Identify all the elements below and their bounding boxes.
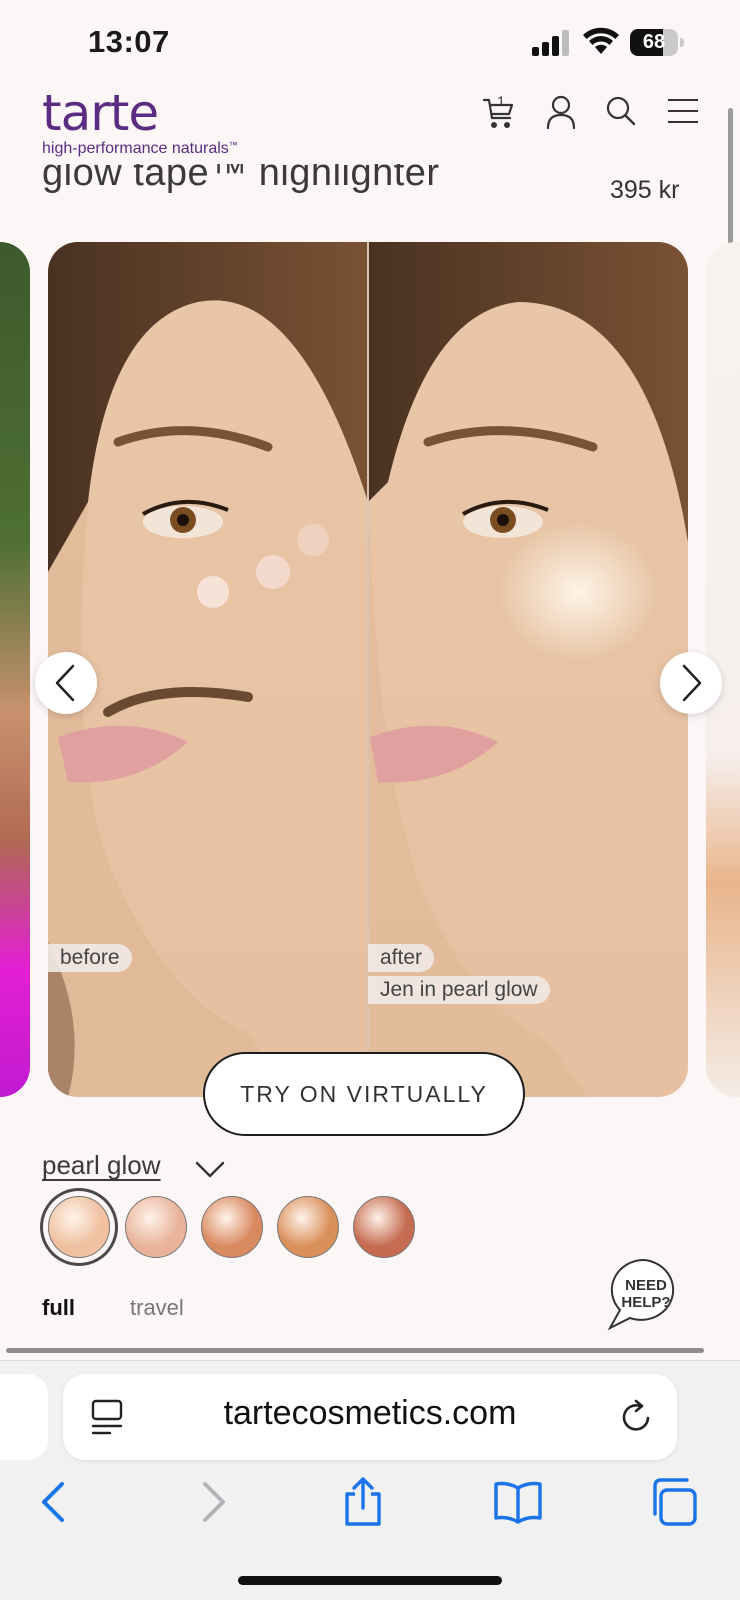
shade-name-link[interactable]: pearl glow: [42, 1150, 161, 1181]
shade-swatch-3[interactable]: [201, 1196, 263, 1258]
model-caption: Jen in pearl glow: [368, 976, 550, 1004]
menu-icon[interactable]: [666, 92, 700, 132]
bookmarks-icon[interactable]: [492, 1476, 544, 1528]
chevron-right-icon: [682, 664, 702, 702]
url-text[interactable]: tartecosmetics.com: [130, 1394, 610, 1433]
need-help-chat-button[interactable]: NEED HELP?: [606, 1256, 682, 1332]
shade-swatch-1[interactable]: [48, 1196, 110, 1258]
search-icon[interactable]: [604, 92, 638, 132]
cellular-signal-icon: [532, 30, 569, 56]
status-time: 13:07: [88, 24, 170, 59]
account-icon[interactable]: [544, 92, 578, 132]
battery-percent: 68: [642, 31, 666, 53]
battery-icon: 68: [630, 29, 684, 56]
reload-icon[interactable]: [618, 1398, 654, 1436]
horizontal-scrollbar[interactable]: [6, 1348, 704, 1353]
try-on-virtually-button[interactable]: TRY ON VIRTUALLY: [203, 1052, 525, 1136]
carousel-next-button[interactable]: [660, 652, 722, 714]
product-title: glow tape™ highlighter: [42, 164, 440, 194]
before-after-image[interactable]: before after Jen in pearl glow: [48, 242, 688, 1097]
shade-swatch-5[interactable]: [353, 1196, 415, 1258]
share-icon[interactable]: [337, 1476, 389, 1528]
shade-swatch-4[interactable]: [277, 1196, 339, 1258]
cart-count: 1: [497, 93, 505, 109]
tabs-icon[interactable]: [647, 1476, 699, 1528]
product-image-carousel[interactable]: before after Jen in pearl glow: [0, 242, 740, 1097]
tarte-logo[interactable]: tarte: [42, 88, 159, 138]
carousel-previous-button[interactable]: [35, 652, 97, 714]
wifi-icon: [583, 27, 619, 54]
chevron-down-icon[interactable]: [194, 1158, 226, 1180]
forward-icon: [203, 1482, 225, 1522]
page-menu-icon[interactable]: [90, 1398, 124, 1436]
home-indicator: [238, 1576, 502, 1585]
shade-swatch-2[interactable]: [125, 1196, 187, 1258]
size-option-full[interactable]: full: [42, 1295, 75, 1321]
before-label: before: [48, 944, 132, 972]
chevron-left-icon: [55, 664, 75, 702]
back-icon[interactable]: [30, 1476, 82, 1528]
previous-slide-image[interactable]: [0, 242, 30, 1097]
after-label: after: [368, 944, 435, 972]
product-price: 395 kr: [610, 176, 680, 204]
need-help-line2: HELP?: [621, 1294, 670, 1311]
previous-tab-preview[interactable]: [0, 1374, 48, 1460]
size-option-travel[interactable]: travel: [130, 1295, 184, 1321]
brand-tagline: high-performance naturals™: [42, 140, 238, 157]
need-help-line1: NEED: [625, 1277, 667, 1294]
cart-icon[interactable]: 1: [482, 92, 516, 132]
